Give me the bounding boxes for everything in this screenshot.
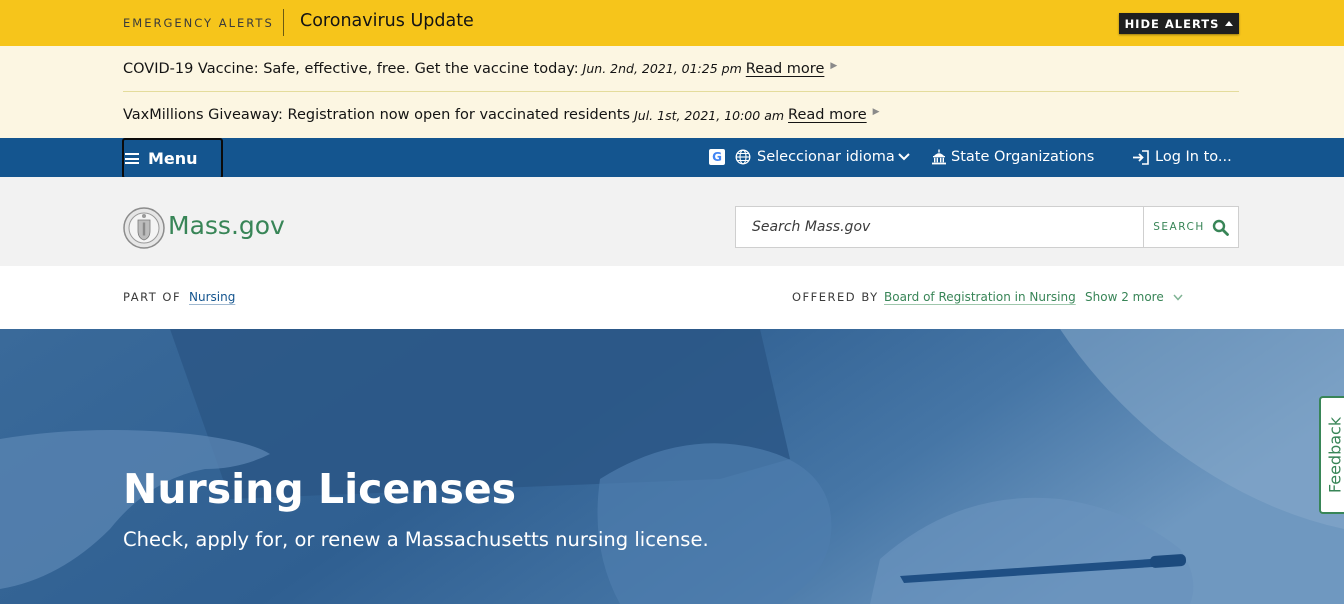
login-icon — [1133, 150, 1149, 165]
part-of-label: PART OF — [123, 290, 182, 304]
alert-item: VaxMillions Giveaway: Registration now o… — [123, 92, 1239, 138]
state-organizations-link[interactable]: State Organizations — [951, 149, 1094, 165]
search-form: SEARCH — [735, 206, 1239, 248]
feedback-button[interactable]: Feedback — [1319, 396, 1344, 514]
alert-text: VaxMillions Giveaway: Registration now o… — [123, 107, 631, 123]
page-subtitle: Check, apply for, or renew a Massachuset… — [123, 528, 709, 551]
alert-date: Jul. 1st, 2021, 10:00 am — [634, 107, 785, 123]
alert-read-more-link[interactable]: Read more — [746, 61, 825, 77]
alerts-title: Coronavirus Update — [300, 11, 474, 31]
emergency-alerts-header: EMERGENCY ALERTS Coronavirus Update HIDE… — [0, 0, 1344, 46]
utility-nav: Menu G Seleccionar idioma State Organiza… — [0, 138, 1344, 179]
search-icon — [1212, 219, 1229, 236]
menu-label: Menu — [148, 149, 198, 168]
relationship-bar: PART OF Nursing OFFERED BY Board of Regi… — [0, 266, 1344, 329]
feedback-label: Feedback — [1325, 416, 1344, 494]
alerts-list: COVID-19 Vaccine: Safe, effective, free.… — [0, 46, 1344, 138]
caret-up-icon — [1225, 21, 1234, 26]
chevron-right-icon: ▶ — [872, 107, 880, 117]
alerts-kicker: EMERGENCY ALERTS — [123, 16, 274, 30]
hide-alerts-button[interactable]: HIDE ALERTS — [1119, 13, 1239, 34]
hero-banner: Nursing Licenses Check, apply for, or re… — [0, 329, 1344, 604]
globe-icon — [735, 149, 751, 165]
part-of-link[interactable]: Nursing — [189, 290, 235, 304]
language-selector[interactable]: Seleccionar idioma — [757, 149, 895, 165]
offered-by-label: OFFERED BY — [792, 290, 879, 304]
google-translate-icon: G — [709, 149, 725, 165]
alert-text: COVID-19 Vaccine: Safe, effective, free.… — [123, 60, 579, 77]
alert-read-more-link[interactable]: Read more — [788, 107, 867, 123]
chevron-right-icon: ▶ — [830, 60, 838, 71]
show-more-label: Show 2 more — [1085, 290, 1164, 304]
menu-icon — [125, 153, 139, 164]
page-title: Nursing Licenses — [123, 465, 517, 513]
offered-by-link[interactable]: Board of Registration in Nursing — [884, 290, 1076, 304]
state-seal-icon[interactable] — [123, 207, 165, 249]
menu-button[interactable]: Menu — [122, 138, 223, 179]
mass-gov-logo-link[interactable]: Mass.gov — [168, 211, 285, 240]
alert-date: Jun. 2nd, 2021, 01:25 pm — [582, 61, 742, 76]
show-more-button[interactable]: Show 2 more — [1085, 290, 1183, 304]
chevron-down-icon[interactable] — [897, 152, 911, 162]
search-button[interactable]: SEARCH — [1143, 207, 1238, 247]
state-building-icon — [932, 149, 946, 165]
login-link[interactable]: Log In to... — [1155, 149, 1232, 165]
hide-alerts-label: HIDE ALERTS — [1124, 16, 1220, 31]
search-button-label: SEARCH — [1153, 221, 1205, 233]
chevron-down-icon — [1173, 294, 1183, 301]
search-input[interactable] — [736, 207, 1143, 247]
alerts-divider — [283, 9, 284, 36]
site-header: Mass.gov SEARCH — [0, 177, 1344, 266]
alert-item: COVID-19 Vaccine: Safe, effective, free.… — [123, 46, 1239, 92]
